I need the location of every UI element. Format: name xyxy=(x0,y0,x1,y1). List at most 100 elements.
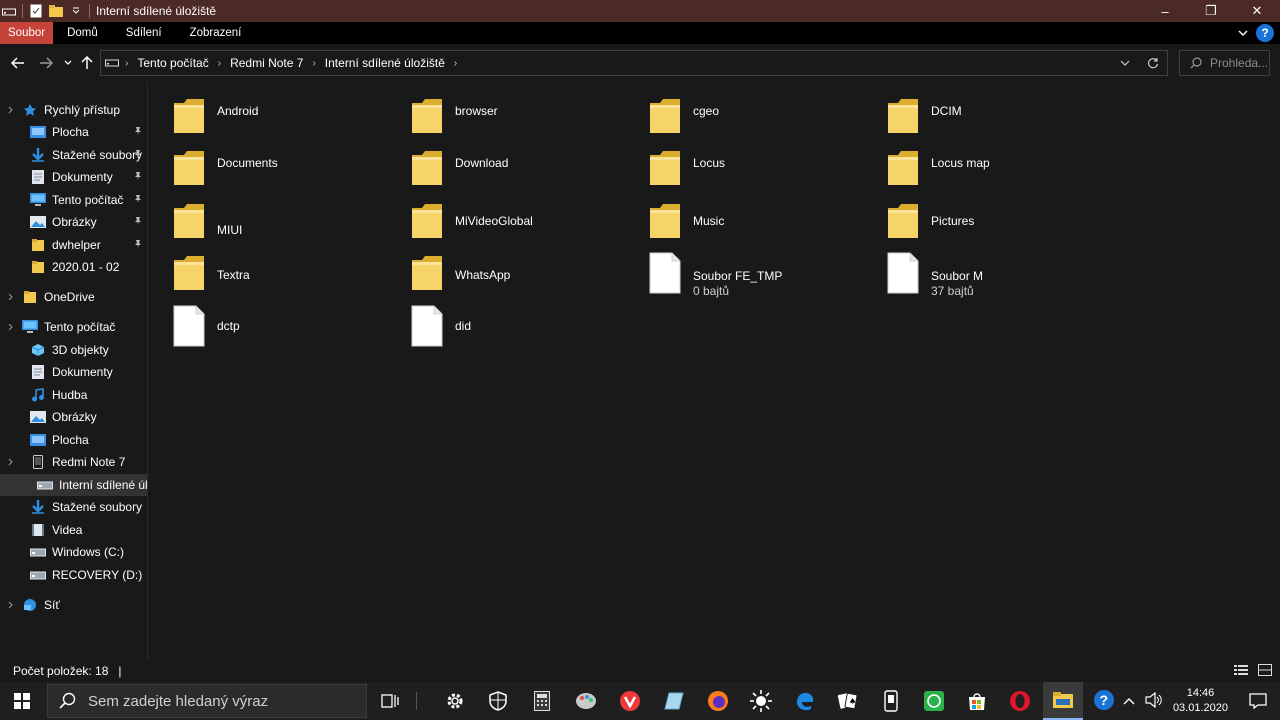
folder-item[interactable]: Android xyxy=(149,95,379,145)
sidebar-item[interactable]: Dokumenty xyxy=(0,166,147,188)
folder-item[interactable]: browser xyxy=(387,95,617,145)
new-folder-icon[interactable] xyxy=(49,4,63,18)
taskbar-app-solitaire[interactable]: ♠ xyxy=(828,682,868,720)
file-item[interactable]: Soubor FE_TMP 0 bajtů xyxy=(625,252,855,302)
chevron-right-icon[interactable] xyxy=(8,598,14,612)
task-view-button[interactable] xyxy=(370,682,410,720)
sidebar-item[interactable]: Obrázky xyxy=(0,211,147,233)
breadcrumb-item[interactable]: Redmi Note 7 xyxy=(230,56,303,70)
maximize-button[interactable]: ❐ xyxy=(1188,0,1234,22)
sidebar-item[interactable]: dwhelper xyxy=(0,234,147,256)
folder-item[interactable]: MiVideoGlobal xyxy=(387,200,617,250)
sidebar-item[interactable]: Hudba xyxy=(0,384,147,406)
taskbar-app-paint[interactable] xyxy=(566,682,606,720)
item-name: Soubor M xyxy=(931,269,984,283)
folder-item[interactable]: Music xyxy=(625,200,855,250)
taskbar-app-calculator[interactable] xyxy=(522,682,562,720)
volume-icon[interactable] xyxy=(1145,691,1163,711)
sidebar-item[interactable]: Stažené soubory xyxy=(0,496,147,518)
details-view-icon[interactable] xyxy=(1234,664,1248,679)
taskbar-app-opera[interactable] xyxy=(1000,682,1040,720)
sidebar-item[interactable]: Plocha xyxy=(0,429,147,451)
sidebar-item[interactable]: Plocha xyxy=(0,121,147,143)
folder-item[interactable]: Locus xyxy=(625,147,855,197)
taskbar-app-vivaldi[interactable] xyxy=(610,682,650,720)
search-input[interactable]: Prohleda... xyxy=(1179,50,1270,76)
chevron-right-icon[interactable] xyxy=(8,320,14,334)
recent-locations-button[interactable] xyxy=(58,53,78,73)
tab-file[interactable]: Soubor xyxy=(0,22,54,44)
folder-item[interactable]: Textra xyxy=(149,252,379,302)
sidebar-item[interactable]: Interní sdílené úlo xyxy=(0,474,147,496)
sidebar-item[interactable]: Obrázky xyxy=(0,406,147,428)
folder-item[interactable]: MIUI xyxy=(149,200,379,250)
tab-view[interactable]: Zobrazení xyxy=(176,22,256,44)
forward-button[interactable] xyxy=(36,53,56,73)
folder-item[interactable]: DCIM xyxy=(863,95,1093,145)
sidebar-item[interactable]: Síť xyxy=(0,594,147,616)
chevron-right-icon[interactable] xyxy=(8,103,14,117)
chevron-right-icon[interactable] xyxy=(8,290,14,304)
expand-ribbon-icon[interactable] xyxy=(1238,26,1248,40)
taskbar-app-security[interactable] xyxy=(478,682,518,720)
sidebar-item[interactable]: Dokumenty xyxy=(0,361,147,383)
taskbar-app-notes[interactable] xyxy=(654,682,694,720)
file-item[interactable]: did xyxy=(387,305,617,355)
sidebar-item[interactable]: Videa xyxy=(0,519,147,541)
taskbar-app-file-explorer[interactable] xyxy=(1043,682,1083,720)
breadcrumb-separator[interactable]: › xyxy=(218,58,221,69)
taskbar-app-brightness[interactable] xyxy=(741,682,781,720)
breadcrumb-separator[interactable]: › xyxy=(125,58,128,69)
taskbar-app-edge[interactable] xyxy=(785,682,825,720)
chevron-right-icon[interactable] xyxy=(8,455,14,469)
sidebar-item[interactable]: 3D objekty xyxy=(0,339,147,361)
sidebar-item[interactable]: OneDrive xyxy=(0,286,147,308)
sidebar-item[interactable]: Stažené soubory xyxy=(0,144,147,166)
folder-item[interactable]: cgeo xyxy=(625,95,855,145)
tab-home[interactable]: Domů xyxy=(53,22,112,44)
back-button[interactable] xyxy=(8,53,28,73)
action-center-icon[interactable] xyxy=(1236,693,1280,709)
address-dropdown-button[interactable] xyxy=(1111,60,1139,66)
sidebar-item[interactable]: Tento počítač xyxy=(0,316,147,338)
breadcrumb-separator[interactable]: › xyxy=(312,58,315,69)
sidebar-item[interactable]: RECOVERY (D:) xyxy=(0,564,147,586)
folder-item[interactable]: Documents xyxy=(149,147,379,197)
sidebar-item[interactable]: Windows (C:) xyxy=(0,541,147,563)
sidebar-item[interactable]: Redmi Note 7 xyxy=(0,451,147,473)
refresh-button[interactable] xyxy=(1139,57,1167,69)
sidebar-item[interactable]: Rychlý přístup xyxy=(0,99,147,121)
taskbar-search-input[interactable]: Sem zadejte hledaný výraz xyxy=(47,684,367,718)
taskbar-app-whatsapp[interactable] xyxy=(914,682,954,720)
folder-item[interactable]: Download xyxy=(387,147,617,197)
breadcrumb-item[interactable]: Interní sdílené úložiště xyxy=(325,56,445,70)
folder-item[interactable]: WhatsApp xyxy=(387,252,617,302)
taskbar-app-firefox[interactable] xyxy=(698,682,738,720)
folder-item[interactable]: Pictures xyxy=(863,200,1093,250)
large-icons-view-icon[interactable] xyxy=(1258,664,1272,679)
address-bar[interactable]: › Tento počítač › Redmi Note 7 › Interní… xyxy=(100,50,1168,76)
sidebar-item[interactable]: Tento počítač xyxy=(0,189,147,211)
item-size: 0 bajtů xyxy=(693,284,730,298)
close-button[interactable]: ✕ xyxy=(1234,0,1280,22)
taskbar-app-store[interactable] xyxy=(957,682,997,720)
folder-item[interactable]: Locus map xyxy=(863,147,1093,197)
file-item[interactable]: Soubor M 37 bajtů xyxy=(863,252,1093,302)
file-item[interactable]: dctp xyxy=(149,305,379,355)
start-button[interactable] xyxy=(0,682,44,720)
up-button[interactable] xyxy=(77,53,97,73)
arrow-up-icon xyxy=(81,56,93,69)
sidebar-item[interactable]: 2020.01 - 02 xyxy=(0,256,147,278)
clock[interactable]: 14:46 03.01.2020 xyxy=(1173,686,1228,716)
chevron-up-icon[interactable] xyxy=(1123,694,1135,708)
tab-share[interactable]: Sdílení xyxy=(112,22,176,44)
chevron-down-icon[interactable] xyxy=(69,4,83,18)
breadcrumb-item[interactable]: Tento počítač xyxy=(137,56,208,70)
minimize-button[interactable]: – xyxy=(1142,0,1188,22)
taskbar-app-phone-link[interactable] xyxy=(871,682,911,720)
taskbar-app-settings[interactable] xyxy=(435,682,475,720)
help-icon[interactable]: ? xyxy=(1256,24,1274,42)
properties-icon[interactable] xyxy=(29,4,43,18)
help-tray-icon[interactable]: ? xyxy=(1093,689,1115,714)
breadcrumb-separator[interactable]: › xyxy=(454,58,457,69)
